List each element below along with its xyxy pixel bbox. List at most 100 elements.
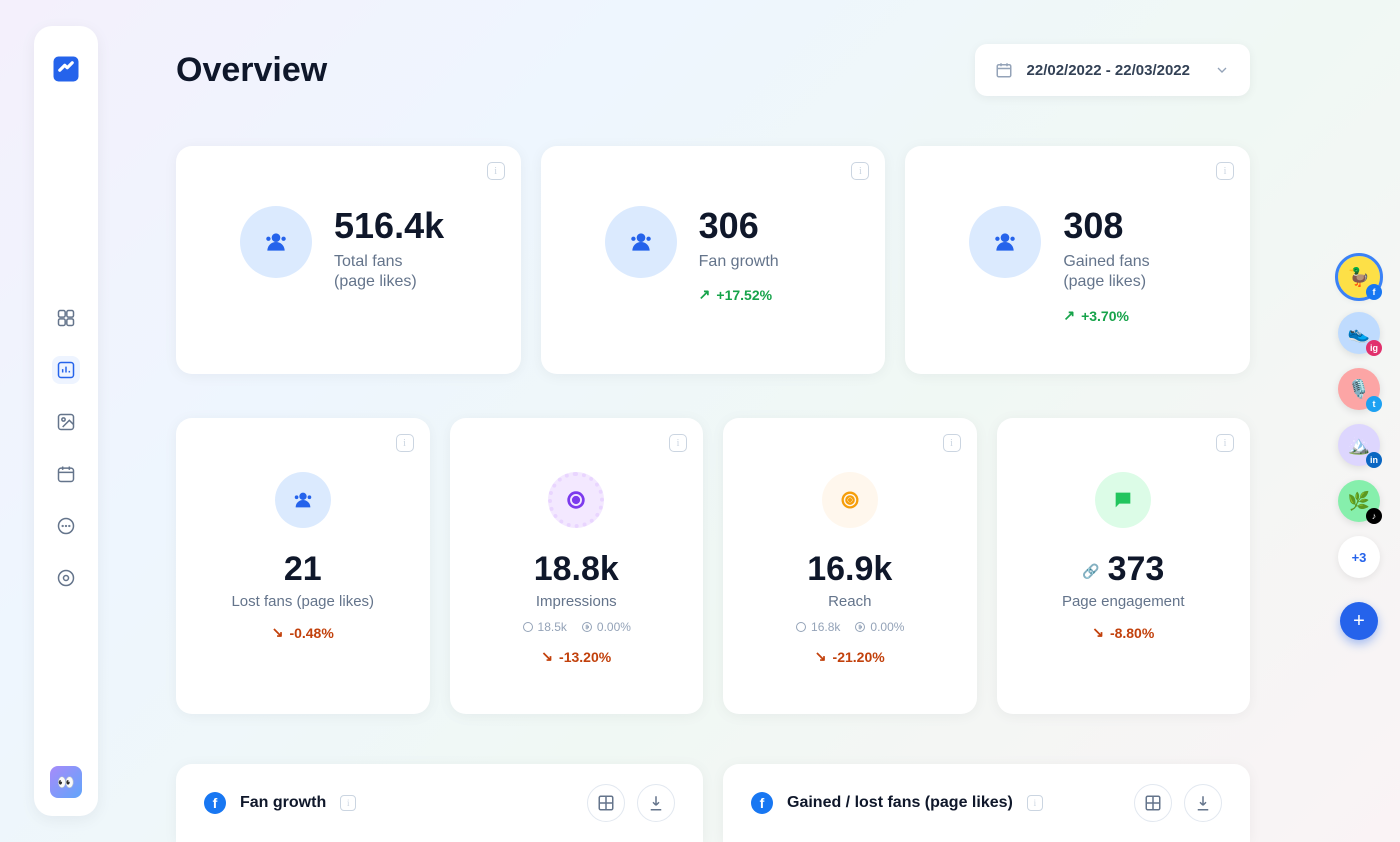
view-table-button[interactable] <box>587 784 625 822</box>
charts-row: f Fan growth i f Gained / lost fans (pag… <box>176 764 1250 842</box>
nav-media[interactable] <box>52 408 80 436</box>
metric-value: 306 <box>699 206 779 246</box>
page-title: Overview <box>176 51 327 90</box>
platform-badge: f <box>1366 284 1382 300</box>
section-title: Gained / lost fans (page likes) <box>787 794 1013 812</box>
nav-audience[interactable] <box>52 564 80 592</box>
nav-group <box>52 304 80 592</box>
nav-analytics[interactable] <box>52 356 80 384</box>
metric-value: 21 <box>284 550 322 589</box>
nav-messages[interactable] <box>52 512 80 540</box>
paid-icon <box>854 621 866 633</box>
card-impressions: i 18.8k Impressions 18.5k 0.00% -13.20% <box>450 418 704 714</box>
people-icon <box>605 206 677 278</box>
table-icon <box>1144 794 1162 812</box>
card-page-engagement: i 373 Page engagement -8.80% <box>997 418 1251 714</box>
info-icon[interactable]: i <box>1216 434 1234 452</box>
metric-value: 16.9k <box>807 550 892 589</box>
info-icon[interactable]: i <box>669 434 687 452</box>
metric-label: Lost fans (page likes) <box>231 593 374 610</box>
view-table-button[interactable] <box>1134 784 1172 822</box>
eye-target-icon <box>548 472 604 528</box>
metric-label: Reach <box>828 593 871 610</box>
nav-dashboard[interactable] <box>52 304 80 332</box>
card-total-fans: i 516.4k Total fans (page likes) <box>176 146 521 374</box>
growth-indicator: +17.52% <box>699 286 779 303</box>
download-button[interactable] <box>1184 784 1222 822</box>
platform-badge: ig <box>1366 340 1382 356</box>
avatar-face-icon: 👀 <box>57 774 74 791</box>
download-button[interactable] <box>637 784 675 822</box>
calendar-icon <box>56 464 76 484</box>
card-lost-fans: i 21 Lost fans (page likes) -0.48% <box>176 418 430 714</box>
card-fan-growth: i 306 Fan growth +17.52% <box>541 146 886 374</box>
growth-indicator: -8.80% <box>1092 624 1154 641</box>
organic-icon <box>522 621 534 633</box>
growth-indicator: -21.20% <box>815 648 885 665</box>
messages-icon <box>56 516 76 536</box>
user-avatar[interactable]: 👀 <box>50 766 82 798</box>
target-icon <box>822 472 878 528</box>
growth-indicator: -0.48% <box>272 624 334 641</box>
download-icon <box>647 794 665 812</box>
metric-label: Fan growth <box>699 252 779 273</box>
info-icon[interactable]: i <box>851 162 869 180</box>
more-accounts-button[interactable]: +3 <box>1338 536 1380 578</box>
social-accounts-rail: 🦆f 👟ig 🎙️t 🏔️in 🌿♪ +3 + <box>1338 256 1380 640</box>
people-icon <box>969 206 1041 278</box>
metric-value: 516.4k <box>334 206 444 246</box>
people-icon <box>240 206 312 278</box>
chevron-down-icon <box>1214 62 1230 78</box>
date-range-text: 22/02/2022 - 22/03/2022 <box>1027 62 1190 79</box>
link-icon <box>1082 563 1099 581</box>
sidebar: 👀 <box>34 26 98 816</box>
card-gained-fans: i 308 Gained fans (page likes) +3.70% <box>905 146 1250 374</box>
info-icon[interactable]: i <box>340 795 356 811</box>
people-icon <box>275 472 331 528</box>
paid-icon <box>581 621 593 633</box>
breakdown: 18.5k 0.00% <box>522 620 631 634</box>
info-icon[interactable]: i <box>396 434 414 452</box>
metric-label: Total fans (page likes) <box>334 252 444 294</box>
metric-value: 18.8k <box>534 550 619 589</box>
logo-icon <box>51 54 81 84</box>
date-range-picker[interactable]: 22/02/2022 - 22/03/2022 <box>975 44 1250 96</box>
instagram-account-shoe[interactable]: 👟ig <box>1338 312 1380 354</box>
section-fan-growth: f Fan growth i <box>176 764 703 842</box>
media-icon <box>56 412 76 432</box>
app-logo[interactable] <box>49 52 83 86</box>
info-icon[interactable]: i <box>1027 795 1043 811</box>
download-icon <box>1194 794 1212 812</box>
facebook-icon: f <box>204 792 226 814</box>
analytics-icon <box>56 360 76 380</box>
metric-label: Page engagement <box>1062 593 1185 610</box>
calendar-icon <box>995 61 1013 79</box>
chat-icon <box>1095 472 1151 528</box>
organic-icon <box>795 621 807 633</box>
info-icon[interactable]: i <box>487 162 505 180</box>
growth-indicator: -13.20% <box>541 648 611 665</box>
growth-indicator: +3.70% <box>1063 307 1149 324</box>
facebook-icon: f <box>751 792 773 814</box>
audience-icon <box>56 568 76 588</box>
add-account-button[interactable]: + <box>1340 602 1378 640</box>
card-reach: i 16.9k Reach 16.8k 0.00% -21.20% <box>723 418 977 714</box>
dashboard-icon <box>56 308 76 328</box>
facebook-account-duck[interactable]: 🦆f <box>1338 256 1380 298</box>
nav-calendar[interactable] <box>52 460 80 488</box>
breakdown: 16.8k 0.00% <box>795 620 904 634</box>
metrics-row-2: i 21 Lost fans (page likes) -0.48% i 18.… <box>176 418 1250 714</box>
info-icon[interactable]: i <box>1216 162 1234 180</box>
twitter-account-mic[interactable]: 🎙️t <box>1338 368 1380 410</box>
platform-badge: ♪ <box>1366 508 1382 524</box>
table-icon <box>597 794 615 812</box>
platform-badge: in <box>1366 452 1382 468</box>
metric-value: 373 <box>1108 550 1165 589</box>
linkedin-account-mountain[interactable]: 🏔️in <box>1338 424 1380 466</box>
info-icon[interactable]: i <box>943 434 961 452</box>
metric-label: Impressions <box>536 593 617 610</box>
section-gained-lost-fans: f Gained / lost fans (page likes) i <box>723 764 1250 842</box>
tiktok-account-leaf[interactable]: 🌿♪ <box>1338 480 1380 522</box>
metrics-row-1: i 516.4k Total fans (page likes) i 306 F… <box>176 146 1250 374</box>
metric-label: Gained fans (page likes) <box>1063 252 1149 294</box>
